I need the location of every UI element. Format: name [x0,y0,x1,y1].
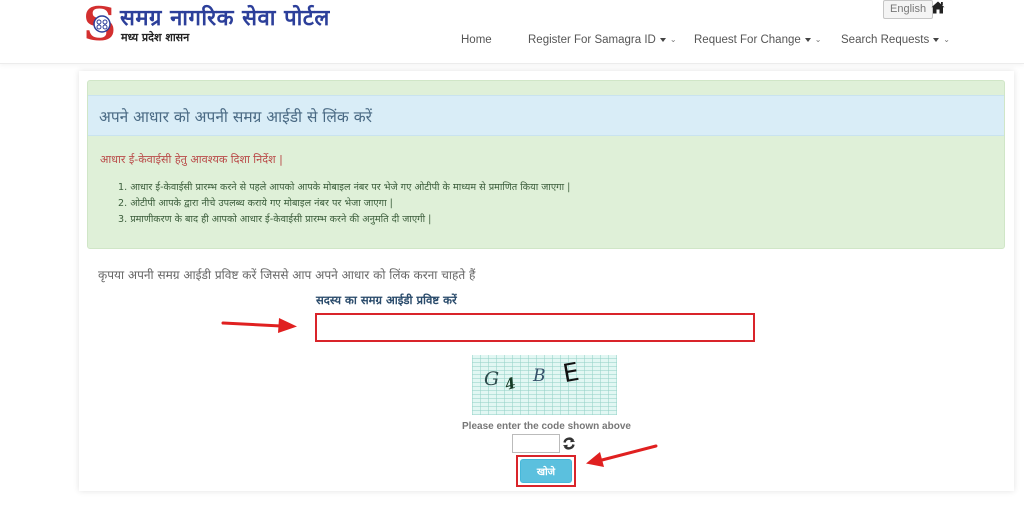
caret-down-icon [659,37,666,42]
captcha-input[interactable] [512,434,560,453]
home-icon[interactable] [931,1,945,14]
guideline-item: 1. आधार ई-केवाईसी प्रारम्भ करने से पहले … [118,182,571,193]
search-button-highlight: खोजे [516,455,576,487]
caret-down-icon [804,37,811,42]
captcha-hint: Please enter the code shown above [462,421,631,432]
samagra-id-label: सदस्य का समग्र आईडी प्रविष्ट करें [316,293,457,307]
captcha-char: G [484,368,500,390]
annotation-arrow-icon [221,318,297,333]
samagra-id-input[interactable] [315,313,755,342]
nav-request-label: Request For Change [694,34,801,46]
nav-register-label: Register For Samagra ID [528,34,656,46]
guideline-item: 2. ओटीपी आपके द्वारा नीचे उपलब्ध कराये ग… [118,198,393,209]
nav-home[interactable]: Home [461,34,492,46]
nav-search-label: Search Requests [841,34,930,46]
nav-register-samagra-id[interactable]: Register For Samagra ID ⌄ [528,34,677,46]
captcha-char: B [533,366,546,386]
samagra-logo-icon: S [84,2,116,46]
panel-heading: अपने आधार को अपनी समग्र आईडी से लिंक करे… [88,95,1004,136]
refresh-captcha-icon[interactable] [562,436,576,451]
nav-search-requests[interactable]: Search Requests ⌄ [841,34,950,46]
captcha-image: G 4 B E [472,355,617,415]
captcha-char: 4 [502,373,518,395]
nav-request-for-change[interactable]: Request For Change ⌄ [694,34,821,46]
chevron-down-icon: ⌄ [943,35,950,45]
guidelines-panel: अपने आधार को अपनी समग्र आईडी से लिंक करे… [87,80,1005,249]
english-language-button[interactable]: English [883,0,934,19]
page-title: अपने आधार को अपनी समग्र आईडी से लिंक करे… [99,108,372,126]
guideline-item: 3. प्रमाणीकरण के बाद ही आपको आधार ई-केवा… [118,214,432,225]
annotation-arrow-icon [586,444,658,467]
nav-home-label: Home [461,34,492,46]
site-header: S समग्र नागरिक सेवा पोर्टल मध्य प्रदेश श… [0,0,1024,64]
search-button[interactable]: खोजे [520,459,572,483]
guidelines-list: 1. आधार ई-केवाईसी प्रारम्भ करने से पहले … [118,180,570,228]
captcha-char: E [560,356,582,389]
chevron-down-icon: ⌄ [669,35,677,45]
main-card: अपने आधार को अपनी समग्र आईडी से लिंक करे… [79,71,1014,491]
guidelines-title: आधार ई-केवाईसी हेतु आवश्यक दिशा निर्देश … [100,153,283,166]
portal-title: समग्र नागरिक सेवा पोर्टल [120,6,330,31]
chevron-down-icon: ⌄ [814,35,822,45]
caret-down-icon [933,37,940,42]
portal-logo[interactable]: S समग्र नागरिक सेवा पोर्टल मध्य प्रदेश श… [84,2,364,48]
portal-subtitle: मध्य प्रदेश शासन [121,31,190,44]
form-instruction: कृपया अपनी समग्र आईडी प्रविष्ट करें जिसस… [98,268,476,282]
